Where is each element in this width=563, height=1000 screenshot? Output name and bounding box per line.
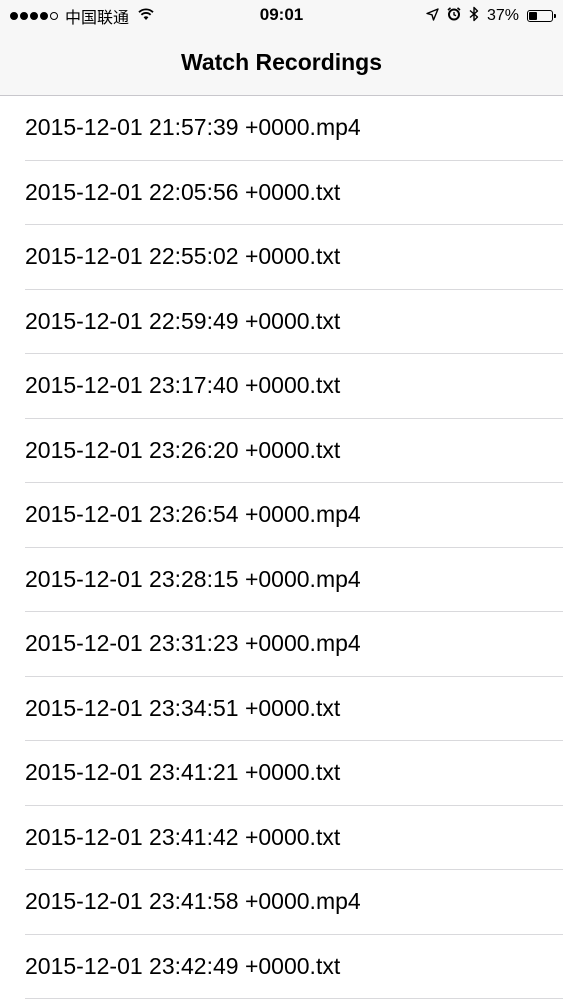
recording-row[interactable]: 2015-12-01 23:42:49 +0000.txt <box>0 935 563 999</box>
recording-row[interactable]: 2015-12-01 21:57:39 +0000.mp4 <box>0 96 563 161</box>
recording-filename: 2015-12-01 23:41:58 +0000.mp4 <box>25 888 361 914</box>
alarm-clock-icon <box>447 6 461 26</box>
recording-row[interactable]: 2015-12-01 22:59:49 +0000.txt <box>0 290 563 354</box>
recording-filename: 2015-12-01 22:05:56 +0000.txt <box>25 178 341 205</box>
recording-row[interactable]: 2015-12-01 22:55:02 +0000.txt <box>0 225 563 290</box>
row-separator <box>25 998 563 999</box>
recording-filename: 2015-12-01 23:17:40 +0000.txt <box>25 372 341 398</box>
battery-percent: 37% <box>486 7 519 24</box>
recording-filename: 2015-12-01 23:34:51 +0000.txt <box>25 694 341 721</box>
recording-filename: 2015-12-01 23:28:15 +0000.mp4 <box>25 565 361 592</box>
status-bar: 中国联通 09:01 37% <box>0 0 563 32</box>
recording-filename: 2015-12-01 23:41:21 +0000.txt <box>25 759 341 785</box>
recording-filename: 2015-12-01 23:31:23 +0000.mp4 <box>25 630 361 656</box>
recording-row[interactable]: 2015-12-01 23:34:51 +0000.txt <box>0 677 563 741</box>
recording-row[interactable]: 2015-12-01 23:28:15 +0000.mp4 <box>0 548 563 612</box>
recording-filename: 2015-12-01 23:26:20 +0000.txt <box>25 436 341 463</box>
recording-row[interactable]: 2015-12-01 22:05:56 +0000.txt <box>0 161 563 225</box>
screen: 中国联通 09:01 37% Watch Recordings 2015-12-… <box>0 0 563 1000</box>
recording-row[interactable]: 2015-12-01 23:26:20 +0000.txt <box>0 419 563 483</box>
battery-tip <box>554 14 556 18</box>
recording-filename: 2015-12-01 23:41:42 +0000.txt <box>25 823 341 850</box>
battery-fill <box>529 12 538 20</box>
recording-row[interactable]: 2015-12-01 23:41:42 +0000.txt <box>0 806 563 870</box>
recording-row[interactable]: 2015-12-01 23:31:23 +0000.mp4 <box>0 612 563 677</box>
recordings-list: 2015-12-01 21:57:39 +0000.mp4 2015-12-01 … <box>0 96 563 999</box>
status-bar-right: 37% <box>426 6 556 27</box>
navigation-bar: Watch Recordings <box>0 32 563 96</box>
battery-icon <box>527 10 556 22</box>
recording-row[interactable]: 2015-12-01 23:41:21 +0000.txt <box>0 741 563 806</box>
recording-filename: 2015-12-01 23:26:54 +0000.mp4 <box>25 501 361 527</box>
recording-row[interactable]: 2015-12-01 23:41:58 +0000.mp4 <box>0 870 563 935</box>
page-title: Watch Recordings <box>180 49 383 75</box>
recording-filename: 2015-12-01 22:55:02 +0000.txt <box>25 243 341 269</box>
bluetooth-icon <box>469 6 479 27</box>
recording-filename: 2015-12-01 23:42:49 +0000.txt <box>25 952 341 979</box>
location-arrow-icon <box>426 6 439 26</box>
recording-filename: 2015-12-01 22:59:49 +0000.txt <box>25 307 341 334</box>
recording-row[interactable]: 2015-12-01 23:26:54 +0000.mp4 <box>0 483 563 548</box>
recording-filename: 2015-12-01 21:57:39 +0000.mp4 <box>25 114 361 140</box>
recording-row[interactable]: 2015-12-01 23:17:40 +0000.txt <box>0 354 563 419</box>
